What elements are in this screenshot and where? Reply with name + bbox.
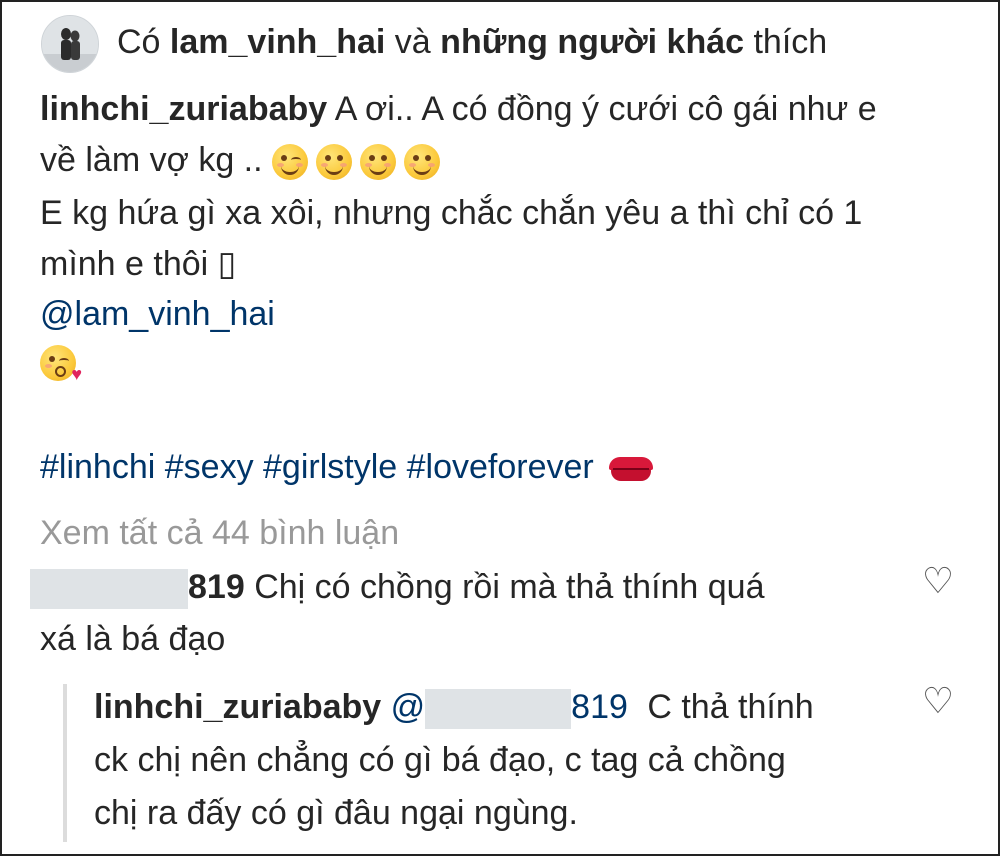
caption-line-4: mình e thôi ▯ xyxy=(40,245,237,283)
caption-text-2: về làm vợ kg .. xyxy=(40,141,263,179)
likes-prefix: Có xyxy=(117,23,161,61)
caption-hashtags[interactable]: #linhchi #sexy #girlstyle #loveforever xyxy=(40,443,654,491)
avatar-photo-icon xyxy=(42,16,98,72)
reply-mention-suffix: 819 xyxy=(571,688,628,726)
reply-line-3: chị ra đấy có gì đâu ngại ngùng. xyxy=(94,794,578,832)
caption-line-3: E kg hứa gì xa xôi, nhưng chắc chắn yêu … xyxy=(40,194,863,232)
kiss-emoji-icon: ♥ xyxy=(40,345,82,383)
wink-emoji-icon xyxy=(272,144,309,181)
view-all-comments-link[interactable]: Xem tất cả 44 bình luận xyxy=(40,509,399,557)
lips-emoji-icon xyxy=(609,455,654,483)
reply-like-heart-icon[interactable]: ♡ xyxy=(921,684,955,720)
comment-like-heart-icon[interactable]: ♡ xyxy=(921,564,955,600)
caption-line-6: ♥ xyxy=(40,345,84,383)
reply-line-1: linhchi_zuriababy @819 C thả thính xyxy=(94,683,814,731)
likes-summary: Có lam_vinh_hai và những người khác thíc… xyxy=(117,18,827,66)
comment-line-2: xá là bá đạo xyxy=(40,620,226,658)
caption-line-2: về làm vợ kg .. xyxy=(40,136,448,184)
comment-text-1: Chị có chồng rồi mà thả thính quá xyxy=(254,568,765,606)
avatar[interactable] xyxy=(41,15,99,73)
redacted-username xyxy=(30,569,188,610)
likes-others-link[interactable]: những người khác xyxy=(440,23,744,61)
redacted-username xyxy=(425,689,572,730)
comment-line-1: 819 Chị có chồng rồi mà thả thính quá xyxy=(30,563,765,611)
comment-author[interactable]: 819 xyxy=(30,568,245,610)
caption-text-1: A ơi.. A có đồng ý cưới cô gái như e xyxy=(334,90,877,128)
hashtags-text[interactable]: #linhchi #sexy #girlstyle #loveforever xyxy=(40,448,594,486)
smile-emoji-icon xyxy=(316,144,353,181)
smile-emoji-icon xyxy=(360,144,397,181)
caption-mention-link[interactable]: @lam_vinh_hai xyxy=(40,290,275,338)
reply-text-1: C thả thính xyxy=(647,688,814,726)
reply-thread-line xyxy=(63,684,67,842)
reply-line-2: ck chị nên chẳng có gì bá đạo, c tag cả … xyxy=(94,741,786,779)
likes-user-link[interactable]: lam_vinh_hai xyxy=(170,23,385,61)
reply-author[interactable]: linhchi_zuriababy xyxy=(94,688,381,726)
reply-mention-at: @ xyxy=(390,688,426,726)
likes-conjunction: và xyxy=(394,23,431,61)
comment-author-suffix: 819 xyxy=(188,568,245,606)
caption-author[interactable]: linhchi_zuriababy xyxy=(40,90,327,128)
caption-line-1: linhchi_zuriababy A ơi.. A có đồng ý cướ… xyxy=(40,85,877,133)
smile-emoji-icon xyxy=(404,144,441,181)
reply-mention-link[interactable]: @819 xyxy=(390,688,628,730)
likes-suffix: thích xyxy=(753,23,828,61)
